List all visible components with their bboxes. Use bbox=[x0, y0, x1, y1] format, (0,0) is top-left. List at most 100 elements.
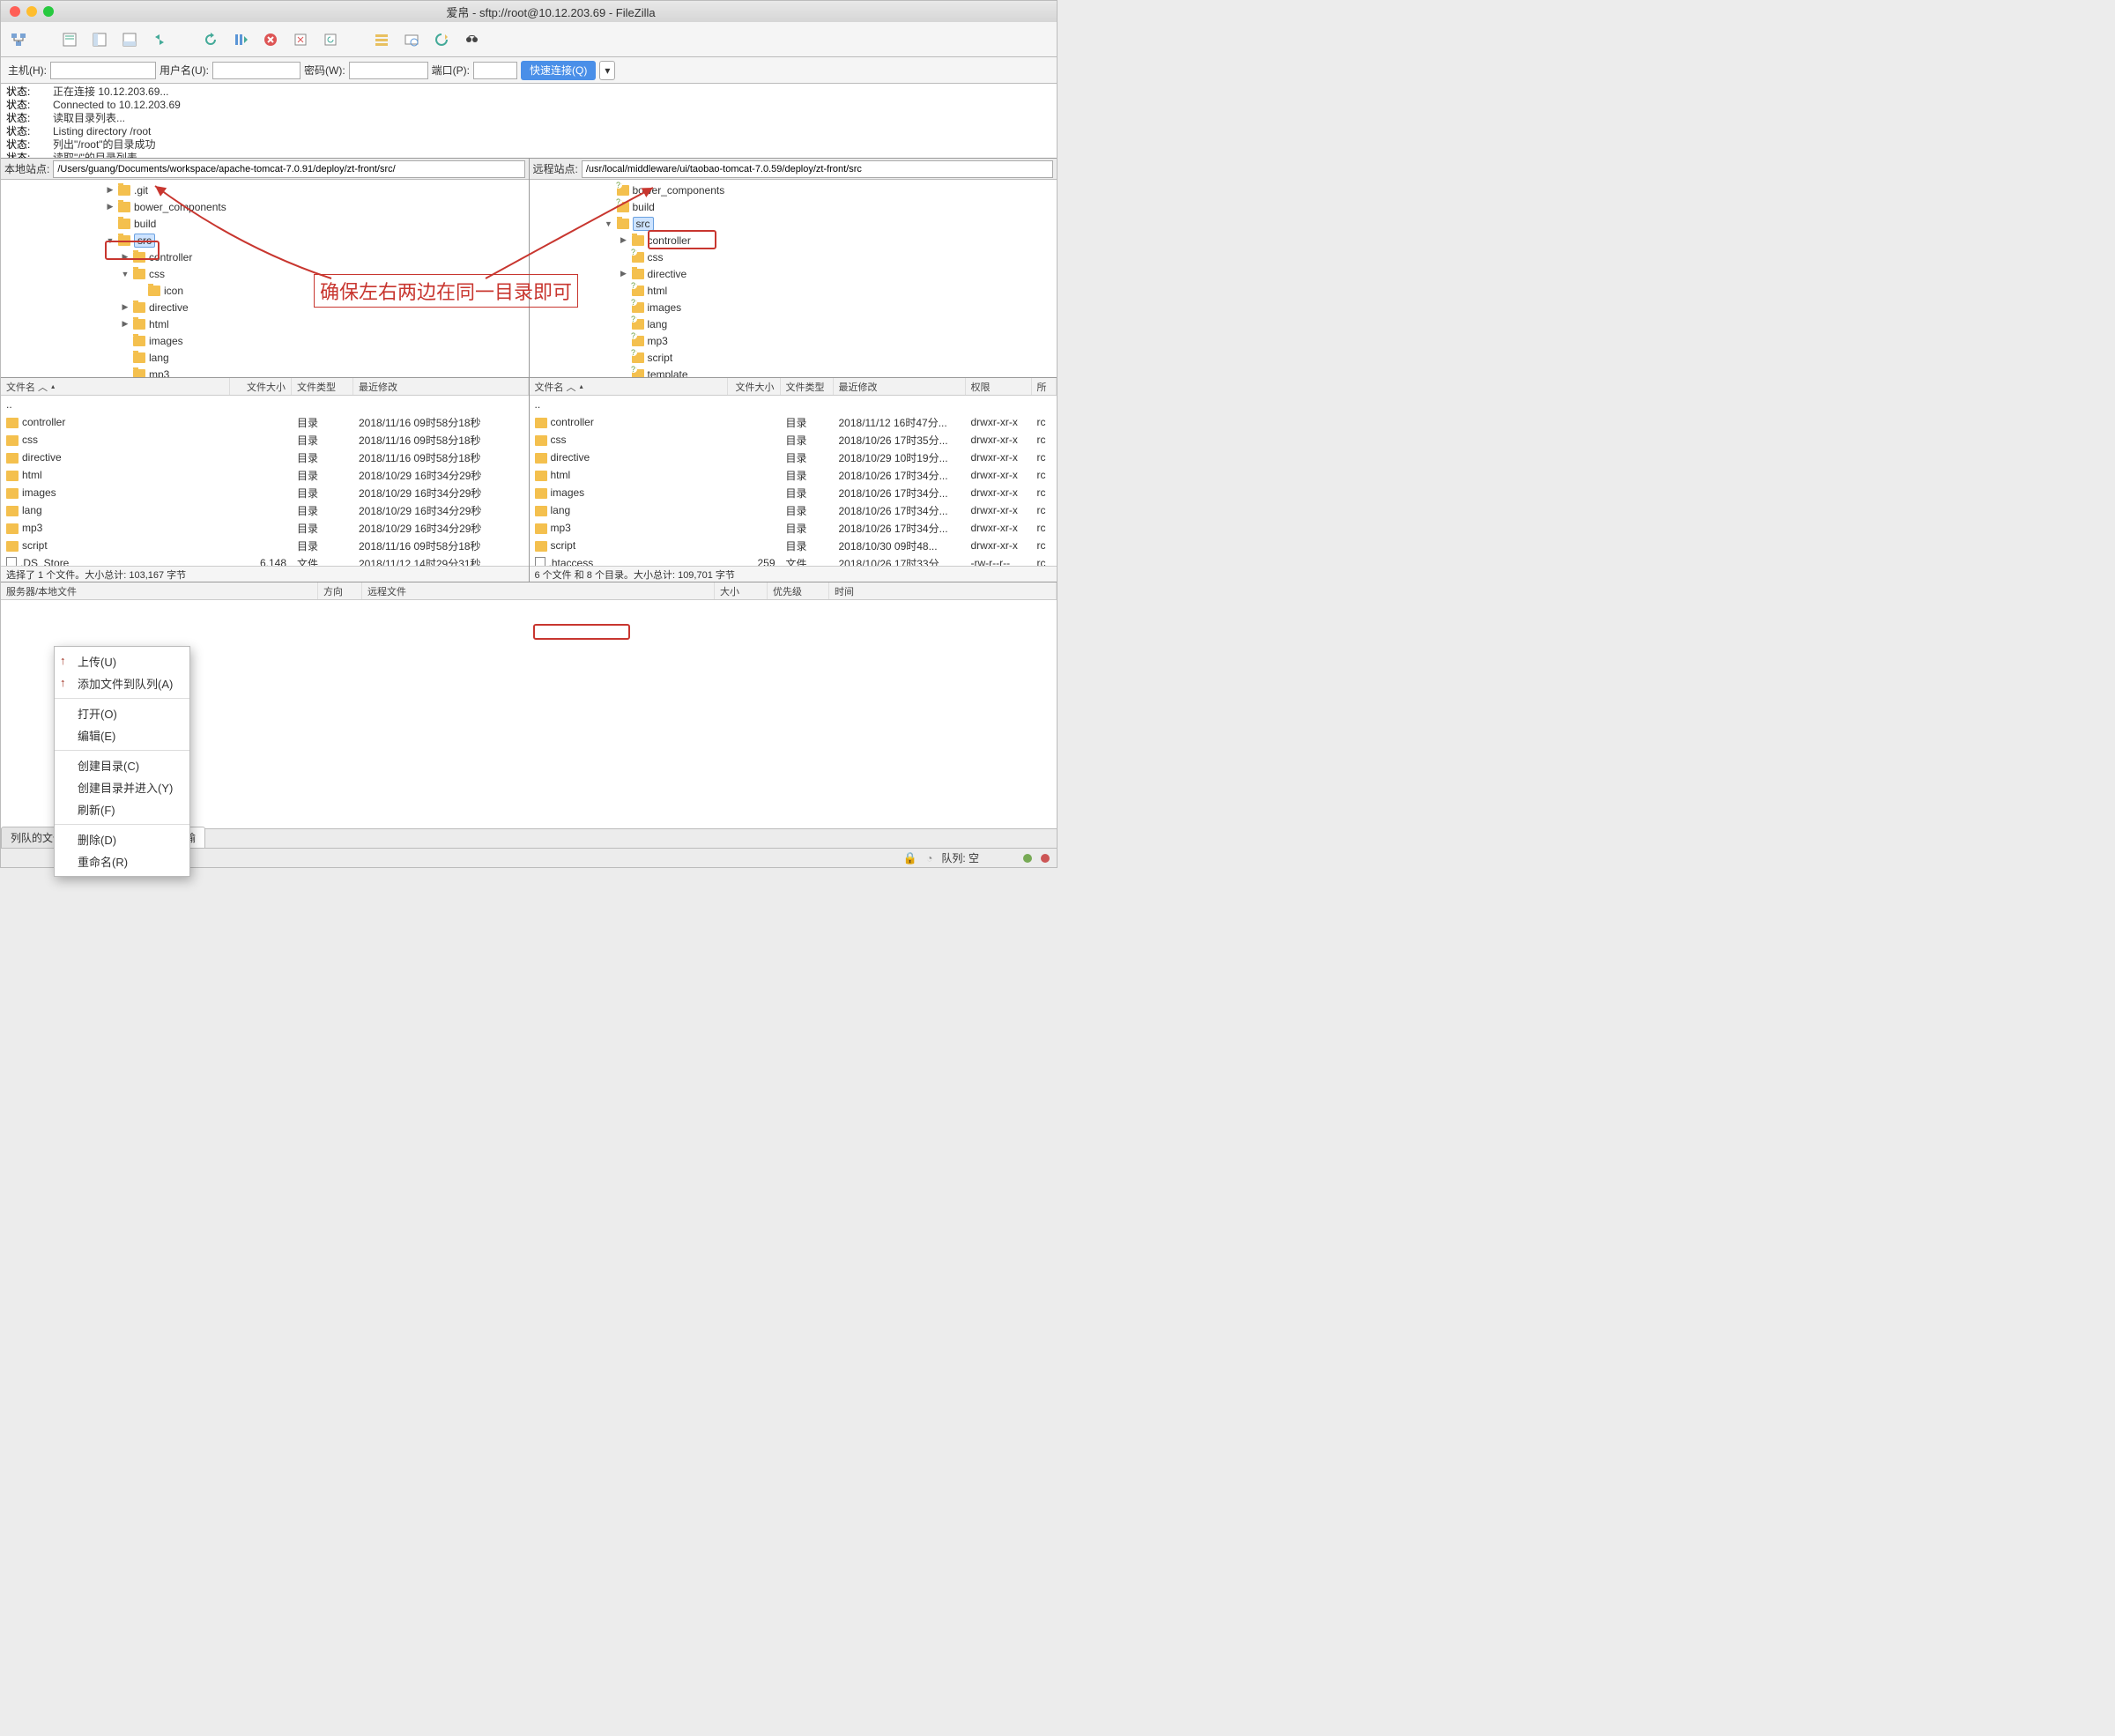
disconnect-button[interactable] bbox=[288, 27, 313, 52]
message-log[interactable]: 状态:正在连接 10.12.203.69...状态:Connected to 1… bbox=[1, 84, 1057, 159]
file-row[interactable]: controller目录2018/11/12 16时47分...drwxr-xr… bbox=[530, 413, 1058, 431]
cancel-button[interactable] bbox=[258, 27, 283, 52]
col-size[interactable]: 大小 bbox=[715, 582, 768, 599]
process-queue-button[interactable] bbox=[228, 27, 253, 52]
username-input[interactable] bbox=[212, 62, 301, 79]
col-size[interactable]: 文件大小 bbox=[230, 378, 292, 395]
disclosure-icon[interactable]: ▶ bbox=[121, 302, 130, 312]
tree-node[interactable]: ▶controller bbox=[530, 232, 1058, 249]
local-file-list[interactable]: ..controller目录2018/11/16 09时58分18秒css目录2… bbox=[1, 396, 529, 566]
tree-node[interactable]: ▼src bbox=[530, 215, 1058, 232]
reconnect-button[interactable] bbox=[318, 27, 343, 52]
tree-node[interactable]: ▶.git bbox=[1, 182, 529, 198]
col-size[interactable]: 文件大小 bbox=[728, 378, 781, 395]
file-row[interactable]: script目录2018/11/16 09时58分18秒 bbox=[1, 537, 529, 554]
context-menu-item[interactable]: 删除(D) bbox=[55, 828, 189, 850]
col-server[interactable]: 服务器/本地文件 bbox=[1, 582, 318, 599]
col-priority[interactable]: 优先级 bbox=[768, 582, 829, 599]
disclosure-icon[interactable]: ▼ bbox=[106, 236, 115, 245]
file-row[interactable]: .. bbox=[530, 396, 1058, 413]
compare-button[interactable] bbox=[399, 27, 424, 52]
disclosure-icon[interactable]: ▼ bbox=[605, 219, 613, 228]
context-menu-item[interactable]: ↑添加文件到队列(A) bbox=[55, 672, 189, 694]
refresh-button[interactable] bbox=[198, 27, 223, 52]
local-file-header[interactable]: 文件名 ︿ 文件大小 文件类型 最近修改 bbox=[1, 378, 529, 396]
tree-node[interactable]: ▶directive bbox=[1, 299, 529, 315]
tree-node[interactable]: ▶bower_components bbox=[1, 198, 529, 215]
remote-tree[interactable]: bower_componentsbuild▼src▶controllercss▶… bbox=[530, 180, 1058, 378]
minimize-icon[interactable] bbox=[26, 6, 37, 17]
context-menu-item[interactable]: ↑上传(U) bbox=[55, 650, 189, 672]
file-row[interactable]: .DS_Store6,148文件2018/11/12 14时29分31秒 bbox=[1, 554, 529, 566]
disclosure-icon[interactable]: ▶ bbox=[620, 269, 628, 278]
tree-node[interactable]: ▶controller bbox=[1, 249, 529, 265]
titlebar[interactable]: 爱帛 - sftp://root@10.12.203.69 - FileZill… bbox=[1, 1, 1057, 22]
tree-node[interactable]: mp3 bbox=[530, 332, 1058, 349]
tree-node[interactable]: script bbox=[530, 349, 1058, 366]
col-filename[interactable]: 文件名 ︿ bbox=[530, 378, 728, 395]
disclosure-icon[interactable]: ▼ bbox=[121, 270, 130, 278]
tree-node[interactable]: template bbox=[530, 366, 1058, 378]
file-row[interactable]: html目录2018/10/29 16时34分29秒 bbox=[1, 466, 529, 484]
toggle-queue-button[interactable] bbox=[117, 27, 142, 52]
file-row[interactable]: html目录2018/10/26 17时34分...drwxr-xr-xrc bbox=[530, 466, 1058, 484]
disclosure-icon[interactable]: ▶ bbox=[106, 185, 115, 195]
file-row[interactable]: images目录2018/10/29 16时34分29秒 bbox=[1, 484, 529, 501]
remote-path-input[interactable] bbox=[582, 160, 1053, 178]
context-menu-item[interactable]: 创建目录并进入(Y) bbox=[55, 776, 189, 798]
tree-node[interactable]: images bbox=[1, 332, 529, 349]
col-modified[interactable]: 最近修改 bbox=[353, 378, 529, 395]
close-icon[interactable] bbox=[10, 6, 20, 17]
file-row[interactable]: .. bbox=[1, 396, 529, 413]
file-row[interactable]: lang目录2018/10/26 17时34分...drwxr-xr-xrc bbox=[530, 501, 1058, 519]
col-perm[interactable]: 权限 bbox=[966, 378, 1032, 395]
file-row[interactable]: directive目录2018/10/29 10时19分...drwxr-xr-… bbox=[530, 449, 1058, 466]
tree-node[interactable]: lang bbox=[1, 349, 529, 366]
toggle-tree-button[interactable] bbox=[87, 27, 112, 52]
tree-node[interactable]: build bbox=[1, 215, 529, 232]
file-row[interactable]: directive目录2018/11/16 09时58分18秒 bbox=[1, 449, 529, 466]
file-row[interactable]: css目录2018/10/26 17时35分...drwxr-xr-xrc bbox=[530, 431, 1058, 449]
zoom-icon[interactable] bbox=[43, 6, 54, 17]
tree-node[interactable]: ▼css bbox=[1, 265, 529, 282]
context-menu-item[interactable]: 刷新(F) bbox=[55, 798, 189, 820]
context-menu-item[interactable]: 创建目录(C) bbox=[55, 754, 189, 776]
quickconnect-history-button[interactable]: ▾ bbox=[599, 61, 615, 80]
file-row[interactable]: css目录2018/11/16 09时58分18秒 bbox=[1, 431, 529, 449]
port-input[interactable] bbox=[473, 62, 517, 79]
col-type[interactable]: 文件类型 bbox=[781, 378, 834, 395]
sync-browse-button[interactable] bbox=[147, 27, 172, 52]
col-owner[interactable]: 所 bbox=[1032, 378, 1058, 395]
tree-node[interactable]: ▶directive bbox=[530, 265, 1058, 282]
tree-node[interactable]: build bbox=[530, 198, 1058, 215]
local-path-input[interactable] bbox=[53, 160, 524, 178]
col-modified[interactable]: 最近修改 bbox=[834, 378, 966, 395]
host-input[interactable] bbox=[50, 62, 156, 79]
col-time[interactable]: 时间 bbox=[829, 582, 1057, 599]
tree-node[interactable]: bower_components bbox=[530, 182, 1058, 198]
toggle-log-button[interactable] bbox=[57, 27, 82, 52]
search-button[interactable] bbox=[459, 27, 484, 52]
col-type[interactable]: 文件类型 bbox=[292, 378, 353, 395]
filter-button[interactable] bbox=[369, 27, 394, 52]
tree-node[interactable]: ▶html bbox=[1, 315, 529, 332]
tree-node[interactable]: html bbox=[530, 282, 1058, 299]
disclosure-icon[interactable]: ▶ bbox=[121, 319, 130, 329]
tree-node[interactable]: lang bbox=[530, 315, 1058, 332]
remote-file-header[interactable]: 文件名 ︿ 文件大小 文件类型 最近修改 权限 所 bbox=[530, 378, 1058, 396]
quickconnect-button[interactable]: 快速连接(Q) bbox=[521, 61, 596, 80]
disclosure-icon[interactable]: ▶ bbox=[106, 202, 115, 211]
password-input[interactable] bbox=[349, 62, 428, 79]
tree-node[interactable]: images bbox=[530, 299, 1058, 315]
context-menu-item[interactable]: 重命名(R) bbox=[55, 850, 189, 872]
tree-node[interactable]: icon bbox=[1, 282, 529, 299]
context-menu-item[interactable]: 编辑(E) bbox=[55, 724, 189, 746]
tree-node[interactable]: ▼src bbox=[1, 232, 529, 249]
remote-file-list[interactable]: ..controller目录2018/11/12 16时47分...drwxr-… bbox=[530, 396, 1058, 566]
local-tree[interactable]: ▶.git▶bower_componentsbuild▼src▶controll… bbox=[1, 180, 529, 378]
context-menu-item[interactable]: 打开(O) bbox=[55, 702, 189, 724]
tree-node[interactable]: css bbox=[530, 249, 1058, 265]
file-row[interactable]: mp3目录2018/10/26 17时34分...drwxr-xr-xrc bbox=[530, 519, 1058, 537]
site-manager-button[interactable] bbox=[6, 27, 31, 52]
disclosure-icon[interactable]: ▶ bbox=[620, 235, 628, 245]
